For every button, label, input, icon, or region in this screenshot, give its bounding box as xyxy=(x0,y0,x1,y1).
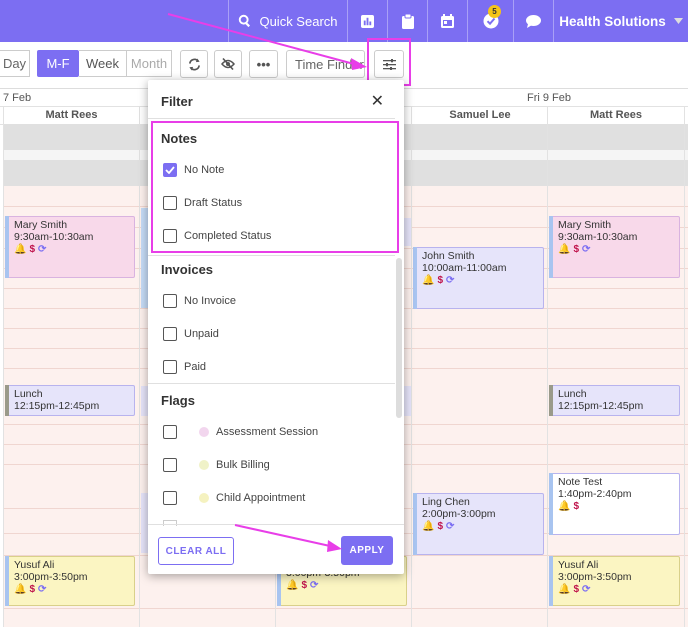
annotation-arrows xyxy=(167,13,367,552)
